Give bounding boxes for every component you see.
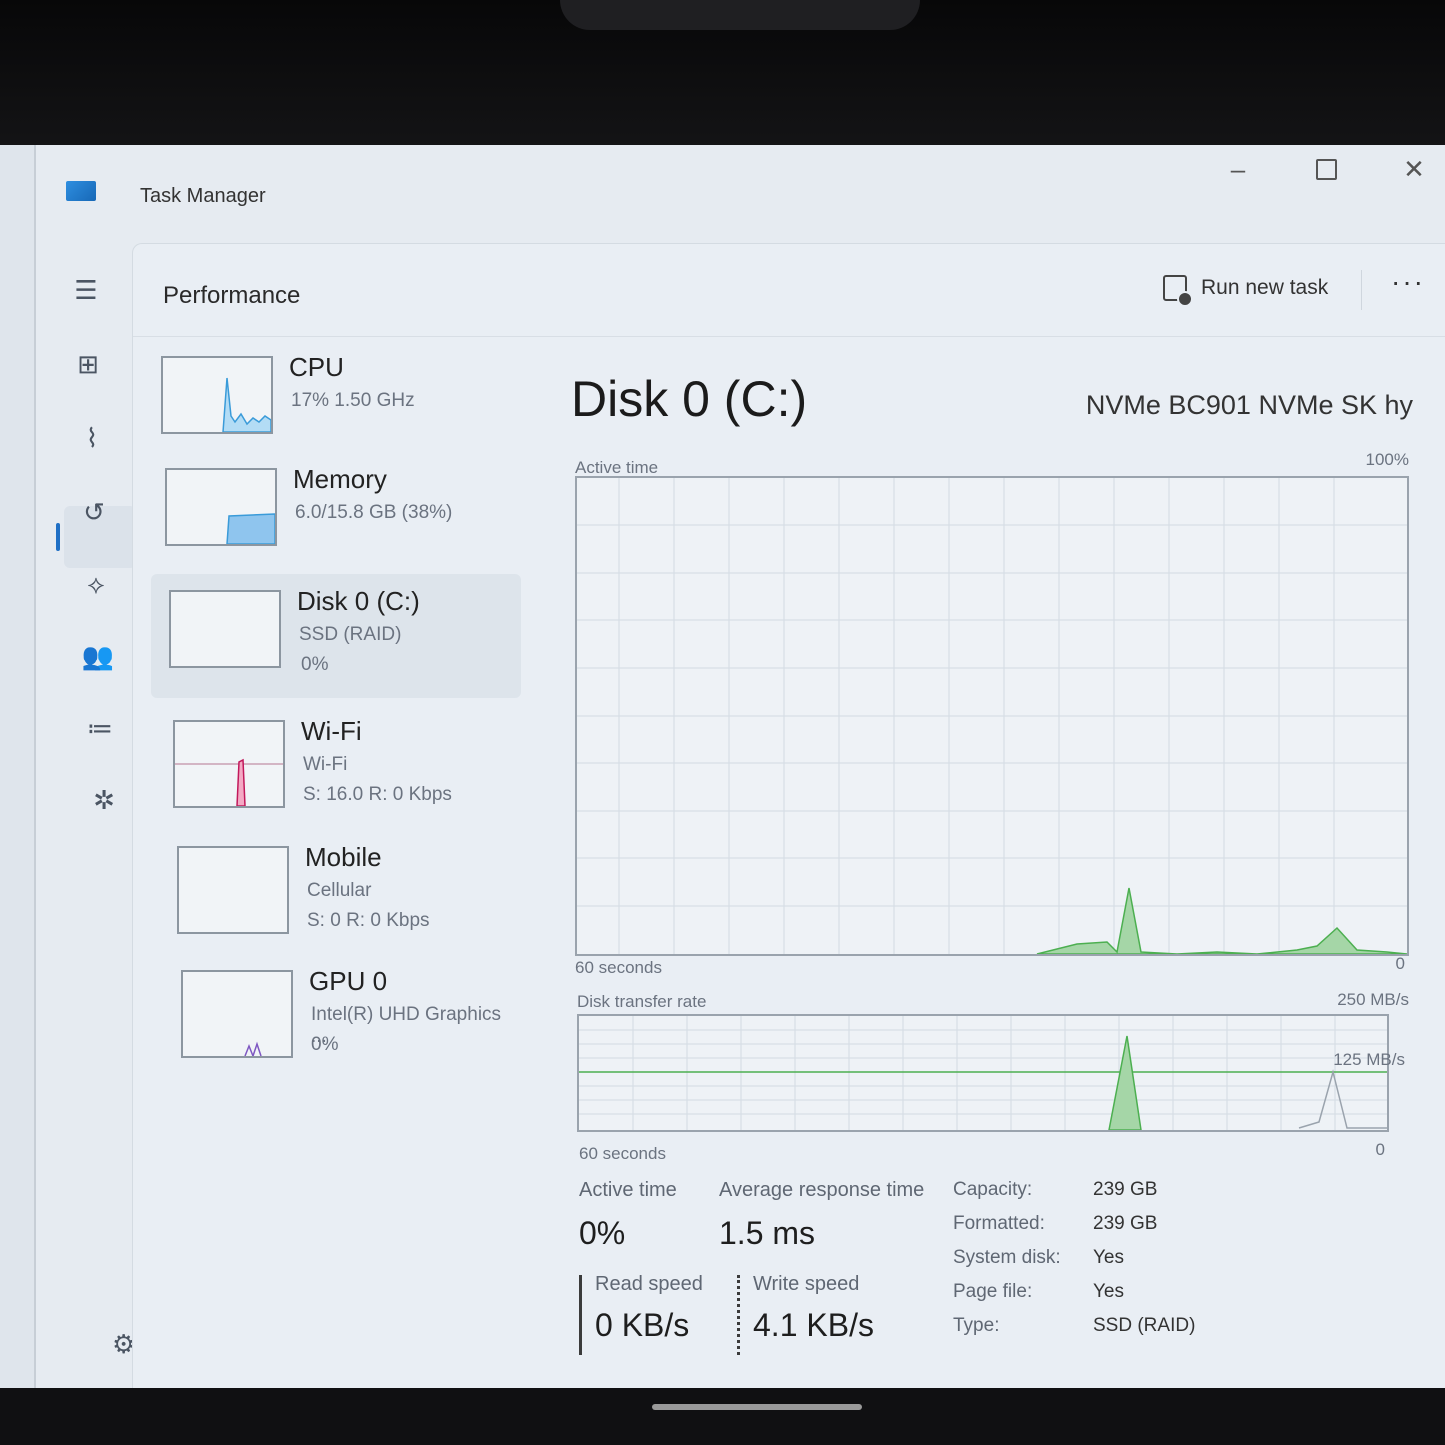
details-icon[interactable]: ≔ bbox=[82, 710, 118, 746]
write-speed-value: 4.1 KB/s bbox=[753, 1307, 874, 1343]
transfer-rate-graph-label: Disk transfer rate bbox=[577, 992, 707, 1011]
device-detail: Cellular bbox=[307, 880, 372, 901]
device-name: Disk 0 (C:) bbox=[297, 586, 420, 616]
users-icon[interactable]: 👥 bbox=[80, 638, 116, 674]
page-title: Performance bbox=[163, 282, 301, 309]
device-usage: S: 0 R: 0 Kbps bbox=[307, 910, 430, 931]
performance-panel: Performance Run new task ··· CPU 17% 1.5… bbox=[132, 243, 1445, 1391]
formatted-value: 239 GB bbox=[1093, 1213, 1158, 1234]
camera-notch bbox=[560, 0, 920, 30]
read-speed-indicator bbox=[579, 1275, 582, 1355]
device-list: CPU 17% 1.50 GHz Memory 6.0/15.8 GB (38%… bbox=[133, 344, 533, 1104]
active-time-x-right-label: 0 bbox=[1395, 954, 1405, 973]
device-item-cpu[interactable]: CPU 17% 1.50 GHz bbox=[151, 344, 521, 454]
memory-thumbnail-graph bbox=[165, 468, 277, 546]
more-options-button[interactable]: ··· bbox=[1383, 268, 1433, 308]
task-manager-logo-icon bbox=[66, 181, 96, 201]
avg-response-value: 1.5 ms bbox=[719, 1215, 816, 1251]
run-task-icon bbox=[1163, 275, 1193, 307]
device-detail: Intel(R) UHD Graphics ... bbox=[311, 1004, 502, 1047]
app-history-icon[interactable]: ↺ bbox=[76, 494, 112, 530]
title-bar: Task Manager – ✕ bbox=[36, 145, 1445, 240]
active-time-stat-value: 0% bbox=[579, 1215, 626, 1251]
disk-detail-panel: Disk 0 (C:) NVMe BC901 NVMe SK hy Active… bbox=[563, 354, 1413, 1374]
disk-thumbnail-graph bbox=[169, 590, 281, 668]
device-item-wifi[interactable]: Wi-Fi Wi-Fi S: 16.0 R: 0 Kbps bbox=[151, 706, 521, 816]
device-name: Mobile bbox=[305, 842, 382, 872]
write-speed-indicator bbox=[737, 1275, 740, 1355]
device-usage: 0% bbox=[301, 654, 329, 675]
system-disk-value: Yes bbox=[1093, 1247, 1124, 1268]
startup-apps-icon[interactable]: ⟡ bbox=[78, 566, 114, 602]
active-time-stat-label: Active time bbox=[579, 1179, 677, 1201]
device-detail: 6.0/15.8 GB (38%) bbox=[295, 502, 453, 523]
transfer-rate-max-label: 250 MB/s bbox=[1337, 990, 1409, 1009]
maximize-button[interactable] bbox=[1296, 151, 1356, 187]
device-name: Wi-Fi bbox=[301, 716, 362, 746]
home-indicator-bar[interactable] bbox=[652, 1404, 862, 1410]
page-file-value: Yes bbox=[1093, 1281, 1124, 1302]
active-time-max-label: 100% bbox=[1365, 450, 1409, 469]
device-name: GPU 0 bbox=[309, 966, 388, 996]
type-label: Type: bbox=[953, 1315, 1000, 1336]
processes-icon[interactable]: ⊞ bbox=[70, 346, 106, 382]
sidebar-nav: ☰ ⊞ ⌇ ↺ ⟡ 👥 ≔ ✲ bbox=[36, 240, 136, 1390]
nav-active-indicator bbox=[56, 523, 60, 551]
disk-stats: Active time 0% Average response time 1.5… bbox=[579, 1179, 1409, 1369]
device-usage: S: 16.0 R: 0 Kbps bbox=[303, 784, 452, 805]
read-speed-label: Read speed bbox=[595, 1273, 703, 1295]
active-time-graph bbox=[575, 476, 1409, 956]
maximize-icon bbox=[1315, 159, 1337, 180]
minimize-button[interactable]: – bbox=[1208, 151, 1268, 187]
window-title: Task Manager bbox=[140, 185, 266, 207]
close-button[interactable]: ✕ bbox=[1384, 151, 1444, 187]
capacity-label: Capacity: bbox=[953, 1179, 1033, 1200]
avg-response-label: Average response time bbox=[719, 1179, 925, 1201]
device-usage: 0% bbox=[311, 1034, 339, 1055]
device-detail: Wi-Fi bbox=[303, 754, 348, 775]
write-speed-label: Write speed bbox=[753, 1273, 860, 1295]
formatted-label: Formatted: bbox=[953, 1213, 1045, 1234]
gpu-thumbnail-graph bbox=[181, 970, 293, 1058]
read-speed-value: 0 KB/s bbox=[595, 1307, 690, 1343]
run-new-task-label: Run new task bbox=[1201, 276, 1329, 299]
transfer-rate-x-left-label: 60 seconds bbox=[579, 1144, 666, 1163]
device-name: Memory bbox=[293, 464, 387, 494]
transfer-rate-mid-label: 125 MB/s bbox=[1333, 1050, 1405, 1069]
device-bezel-bottom bbox=[0, 1388, 1445, 1445]
capacity-value: 239 GB bbox=[1093, 1179, 1158, 1200]
device-item-gpu-0[interactable]: GPU 0 Intel(R) UHD Graphics ... 0% bbox=[151, 954, 521, 1064]
system-disk-label: System disk: bbox=[953, 1247, 1061, 1268]
device-item-disk-0[interactable]: Disk 0 (C:) SSD (RAID) 0% bbox=[151, 574, 521, 698]
device-detail: SSD (RAID) bbox=[299, 624, 402, 645]
services-icon[interactable]: ✲ bbox=[86, 782, 122, 818]
header-divider bbox=[1361, 270, 1362, 310]
cpu-thumbnail-graph bbox=[161, 356, 273, 434]
hamburger-menu-icon[interactable]: ☰ bbox=[68, 272, 104, 308]
disk-title: Disk 0 (C:) bbox=[571, 371, 808, 427]
page-header: Performance Run new task ··· bbox=[133, 244, 1445, 337]
transfer-rate-graph bbox=[577, 1014, 1389, 1132]
device-detail: 17% 1.50 GHz bbox=[291, 390, 415, 411]
device-name: CPU bbox=[289, 352, 344, 382]
transfer-rate-x-right-label: 0 bbox=[1375, 1140, 1385, 1159]
type-value: SSD (RAID) bbox=[1093, 1315, 1196, 1336]
performance-icon[interactable]: ⌇ bbox=[74, 420, 110, 456]
task-manager-window: Task Manager – ✕ ☰ ⊞ ⌇ ↺ ⟡ 👥 ≔ ✲ ⚙ Perfo… bbox=[34, 145, 1445, 1391]
active-time-x-left-label: 60 seconds bbox=[575, 958, 662, 977]
page-file-label: Page file: bbox=[953, 1281, 1033, 1302]
device-item-memory[interactable]: Memory 6.0/15.8 GB (38%) bbox=[151, 456, 521, 566]
screen: Task Manager – ✕ ☰ ⊞ ⌇ ↺ ⟡ 👥 ≔ ✲ ⚙ Perfo… bbox=[0, 145, 1445, 1391]
active-time-graph-label: Active time bbox=[575, 458, 659, 477]
mobile-thumbnail-graph bbox=[177, 846, 289, 934]
device-item-mobile[interactable]: Mobile Cellular S: 0 R: 0 Kbps bbox=[151, 830, 521, 940]
wifi-thumbnail-graph bbox=[173, 720, 285, 808]
disk-model: NVMe BC901 NVMe SK hy bbox=[1085, 390, 1413, 420]
run-new-task-button[interactable]: Run new task bbox=[1153, 268, 1338, 308]
device-bezel-top bbox=[0, 0, 1445, 150]
